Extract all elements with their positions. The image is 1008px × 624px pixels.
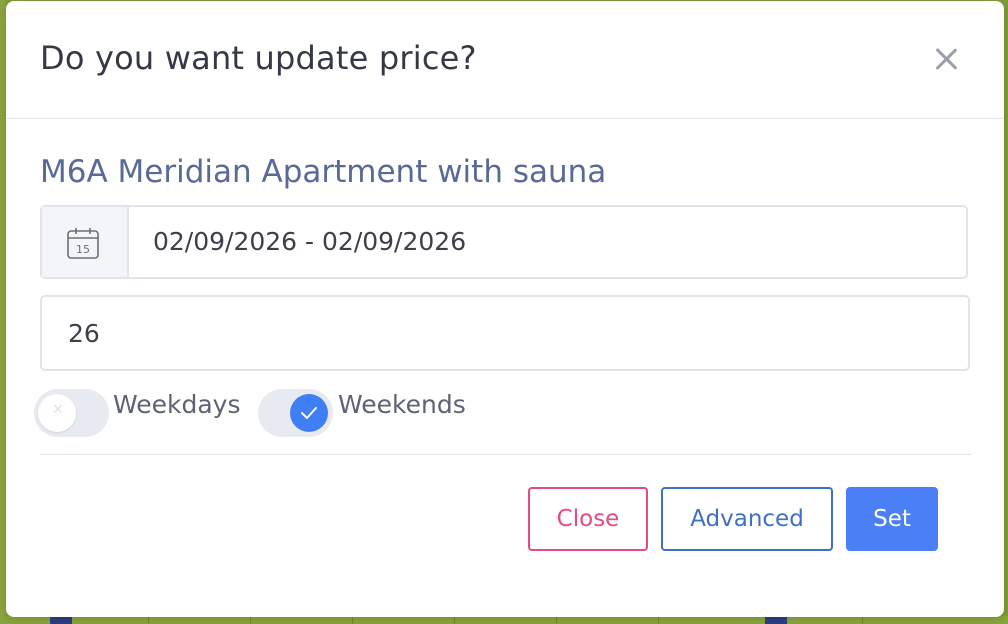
update-price-modal: Do you want update price? M6A Meridian A… [6, 1, 1004, 617]
close-icon[interactable] [928, 41, 964, 77]
x-icon: ✕ [52, 402, 64, 418]
price-value: 26 [68, 319, 100, 348]
toggle-knob: ✕ [38, 394, 76, 432]
apartment-name: M6A Meridian Apartment with sauna [40, 154, 607, 190]
weekdays-label: Weekdays [113, 390, 241, 419]
toggle-knob [290, 394, 328, 432]
weekends-toggle[interactable] [258, 389, 333, 437]
advanced-button[interactable]: Advanced [661, 487, 833, 551]
footer-divider [40, 454, 972, 455]
close-button[interactable]: Close [528, 487, 648, 551]
weekdays-toggle[interactable]: ✕ [34, 389, 109, 437]
modal-header: Do you want update price? [6, 1, 1004, 119]
calendar-icon[interactable]: 15 [42, 207, 129, 277]
svg-text:15: 15 [76, 243, 90, 256]
check-icon [301, 407, 317, 419]
weekends-label: Weekends [338, 390, 466, 419]
price-input[interactable]: 26 [40, 295, 970, 371]
modal-title: Do you want update price? [40, 39, 477, 77]
background-calendar-bottom [0, 616, 1008, 624]
date-range-field[interactable]: 15 02/09/2026 - 02/09/2026 [40, 205, 968, 279]
set-button[interactable]: Set [846, 487, 938, 551]
date-range-value: 02/09/2026 - 02/09/2026 [153, 227, 467, 256]
